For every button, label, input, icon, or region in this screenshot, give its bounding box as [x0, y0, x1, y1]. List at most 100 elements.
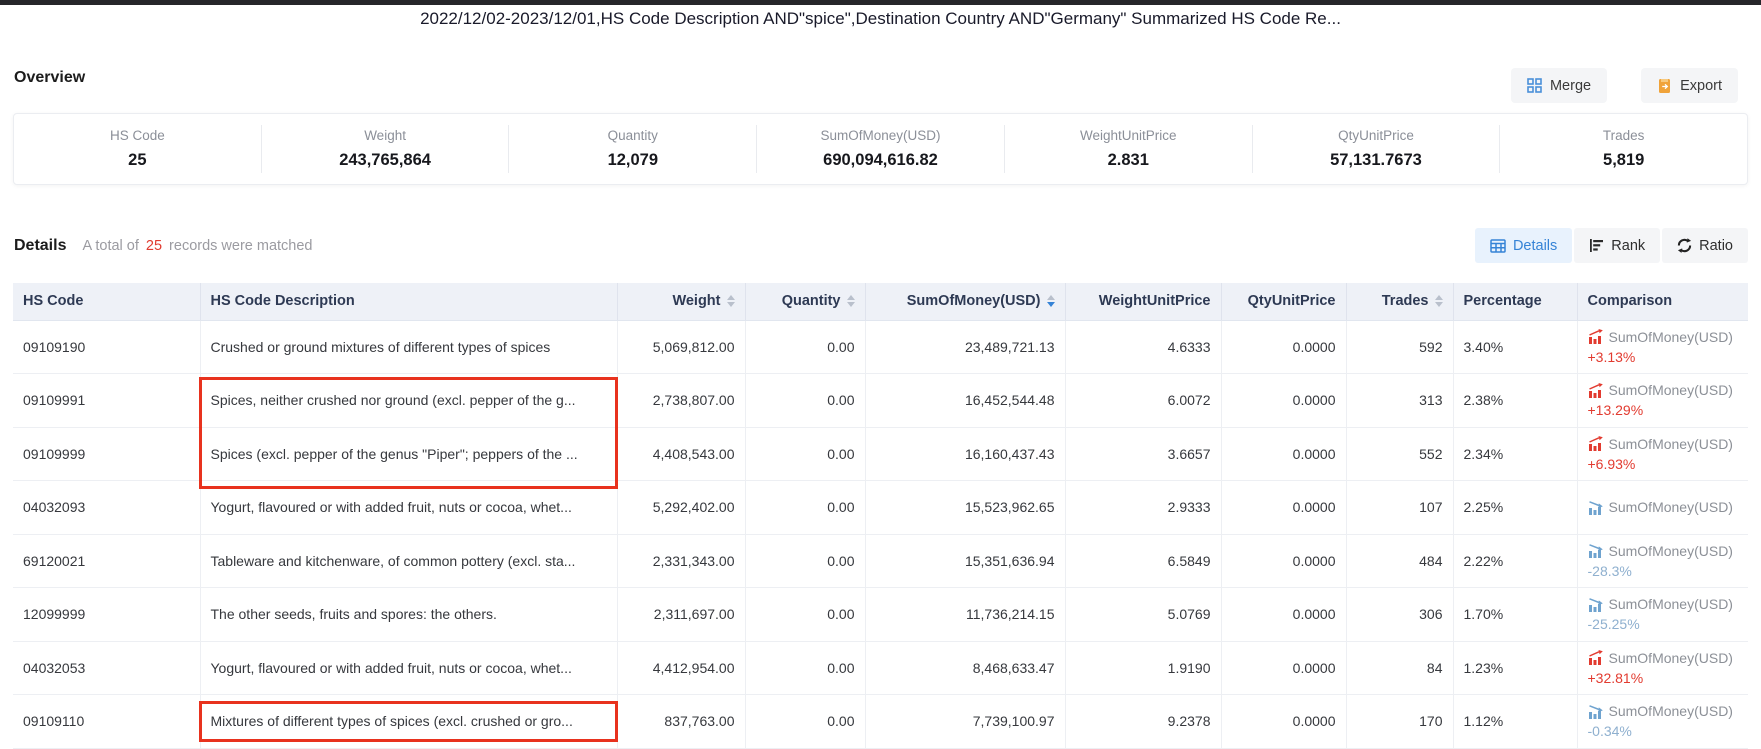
trades-cell: 107 — [1346, 481, 1453, 535]
column-header[interactable]: Weight — [617, 283, 745, 320]
sort-arrows-icon[interactable] — [1435, 295, 1443, 307]
column-header[interactable]: Percentage — [1453, 283, 1577, 320]
column-header-label: HS Code Description — [211, 293, 355, 309]
trend-down-chart-icon — [1588, 597, 1604, 612]
trend-down-chart-icon — [1588, 543, 1604, 558]
comparison-cell: SumOfMoney(USD) +32.81% — [1577, 641, 1748, 695]
description-cell: Yogurt, flavoured or with added fruit, n… — [200, 641, 617, 695]
comparison-value: +13.29% — [1588, 402, 1739, 418]
sum-of-money-cell: 15,351,636.94 — [865, 534, 1065, 588]
column-header-label: Quantity — [782, 293, 841, 309]
table-row: 09109999 Spices (excl. pepper of the gen… — [13, 427, 1748, 481]
sum-of-money-cell: 8,468,633.47 — [865, 641, 1065, 695]
overview-stat: Quantity 12,079 — [509, 125, 757, 173]
description-cell: Crushed or ground mixtures of different … — [200, 320, 617, 374]
column-header[interactable]: HS Code Description — [200, 283, 617, 320]
weight-unit-price-cell: 2.9333 — [1065, 481, 1221, 535]
comparison-cell: SumOfMoney(USD) -28.3% — [1577, 534, 1748, 588]
stat-value: 25 — [14, 151, 261, 170]
stat-label: Trades — [1500, 128, 1747, 143]
column-header-label: Comparison — [1588, 293, 1673, 309]
comparison-metric-label: SumOfMoney(USD) — [1609, 596, 1733, 612]
merge-button[interactable]: Merge — [1511, 68, 1607, 103]
comparison-cell: SumOfMoney(USD) +6.93% — [1577, 427, 1748, 481]
weight-unit-price-cell: 4.6333 — [1065, 320, 1221, 374]
percentage-cell: 1.23% — [1453, 641, 1577, 695]
sum-of-money-cell: 7,739,100.97 — [865, 695, 1065, 749]
column-header[interactable]: Trades — [1346, 283, 1453, 320]
overview-stat: SumOfMoney(USD) 690,094,616.82 — [757, 125, 1005, 173]
details-heading: Details — [14, 237, 66, 255]
weight-unit-price-cell: 3.6657 — [1065, 427, 1221, 481]
column-header[interactable]: SumOfMoney(USD) — [865, 283, 1065, 320]
export-file-icon — [1657, 78, 1672, 94]
qty-unit-price-cell: 0.0000 — [1221, 641, 1346, 695]
column-header-label: HS Code — [23, 293, 83, 309]
view-button-label: Details — [1513, 238, 1557, 254]
column-header-label: Trades — [1382, 293, 1429, 309]
stat-label: HS Code — [14, 128, 261, 143]
comparison-value: +6.93% — [1588, 456, 1739, 472]
view-button-ratio[interactable]: Ratio — [1662, 228, 1748, 263]
comparison-cell: SumOfMoney(USD) -0. — [1577, 481, 1748, 535]
sort-arrows-icon[interactable] — [1047, 295, 1055, 307]
details-summary: A total of 25 records were matched — [82, 238, 312, 254]
qty-unit-price-cell: 0.0000 — [1221, 695, 1346, 749]
trades-cell: 484 — [1346, 534, 1453, 588]
stat-label: SumOfMoney(USD) — [757, 128, 1004, 143]
comparison-metric-label: SumOfMoney(USD) — [1609, 543, 1733, 559]
column-header[interactable]: WeightUnitPrice — [1065, 283, 1221, 320]
hs-code-cell: 69120021 — [13, 534, 200, 588]
summary-count: 25 — [146, 238, 162, 254]
hs-code-cell: 04032053 — [13, 641, 200, 695]
view-button-label: Rank — [1611, 238, 1645, 254]
column-header-label: Percentage — [1464, 293, 1542, 309]
trades-cell: 592 — [1346, 320, 1453, 374]
export-button-label: Export — [1680, 78, 1722, 94]
description-cell: Tableware and kitchenware, of common pot… — [200, 534, 617, 588]
weight-cell: 5,069,812.00 — [617, 320, 745, 374]
table-row: 04032093 Yogurt, flavoured or with added… — [13, 481, 1748, 535]
sort-arrows-icon[interactable] — [727, 295, 735, 307]
trades-cell: 306 — [1346, 588, 1453, 642]
stat-label: Quantity — [509, 128, 756, 143]
description-cell: Yogurt, flavoured or with added fruit, n… — [200, 481, 617, 535]
comparison-cell: SumOfMoney(USD) +3.13% — [1577, 320, 1748, 374]
stat-label: Weight — [262, 128, 509, 143]
description-cell: Mixtures of different types of spices (e… — [200, 695, 617, 749]
stat-value: 243,765,864 — [262, 151, 509, 170]
weight-cell: 2,311,697.00 — [617, 588, 745, 642]
comparison-cell: SumOfMoney(USD) -25.25% — [1577, 588, 1748, 642]
sort-arrows-icon[interactable] — [847, 295, 855, 307]
view-button-details[interactable]: Details — [1475, 228, 1572, 263]
column-header[interactable]: HS Code — [13, 283, 200, 320]
column-header[interactable]: QtyUnitPrice — [1221, 283, 1346, 320]
comparison-metric-label: SumOfMoney(USD) — [1609, 703, 1733, 719]
weight-cell: 2,331,343.00 — [617, 534, 745, 588]
export-button[interactable]: Export — [1641, 68, 1738, 103]
trend-down-chart-icon — [1588, 500, 1604, 515]
hs-code-cell: 12099999 — [13, 588, 200, 642]
comparison-value: -25.25% — [1588, 616, 1739, 632]
description-cell: Spices (excl. pepper of the genus "Piper… — [200, 427, 617, 481]
hs-code-cell: 09109999 — [13, 427, 200, 481]
hs-code-cell: 09109190 — [13, 320, 200, 374]
view-button-rank[interactable]: Rank — [1574, 228, 1660, 263]
comparison-metric-label: SumOfMoney(USD) — [1609, 382, 1733, 398]
qty-unit-price-cell: 0.0000 — [1221, 588, 1346, 642]
weight-cell: 5,292,402.00 — [617, 481, 745, 535]
table-header-row: HS Code HS Code Description Weight Quant… — [13, 283, 1748, 320]
trend-up-chart-icon — [1588, 650, 1604, 665]
table-row: 69120021 Tableware and kitchenware, of c… — [13, 534, 1748, 588]
table-row: 09109190 Crushed or ground mixtures of d… — [13, 320, 1748, 374]
column-header-label: Weight — [672, 293, 720, 309]
column-header[interactable]: Quantity — [745, 283, 865, 320]
stat-label: QtyUnitPrice — [1253, 128, 1500, 143]
column-header[interactable]: Comparison — [1577, 283, 1748, 320]
trades-cell: 552 — [1346, 427, 1453, 481]
sum-of-money-cell: 16,452,544.48 — [865, 374, 1065, 428]
comparison-value: +32.81% — [1588, 670, 1739, 686]
top-action-buttons: Merge Export — [1511, 68, 1738, 103]
description-cell: Spices, neither crushed nor ground (excl… — [200, 374, 617, 428]
column-header-label: WeightUnitPrice — [1099, 293, 1211, 309]
